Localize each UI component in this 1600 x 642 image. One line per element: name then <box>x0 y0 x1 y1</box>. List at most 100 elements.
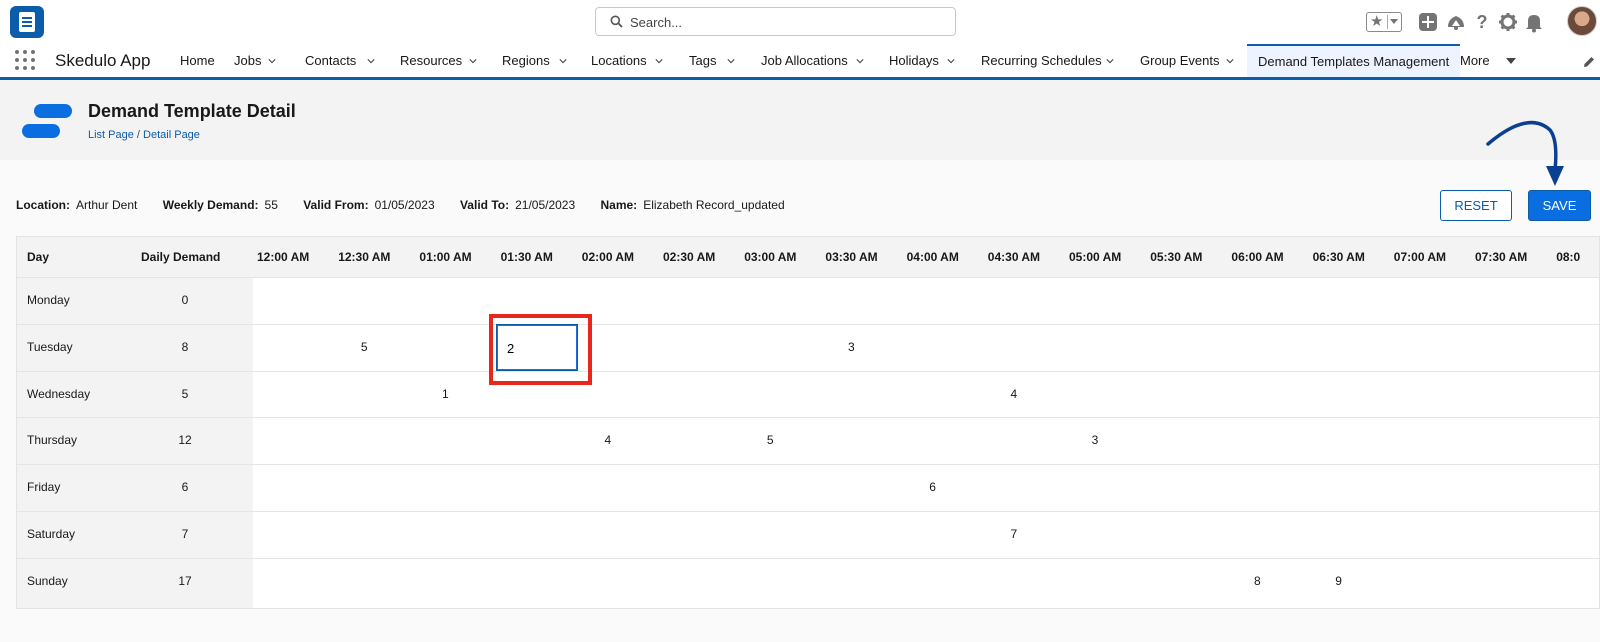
tab-label: Tags <box>689 53 717 68</box>
tab-contacts[interactable]: Contacts <box>305 44 375 77</box>
chevron-down-icon[interactable] <box>655 57 663 65</box>
tab-holidays[interactable]: Holidays <box>889 44 955 77</box>
time-slot-header: 04:00 AM <box>906 237 959 277</box>
day-label: Tuesday <box>27 339 73 354</box>
header-day: Day <box>27 237 50 277</box>
tab-resources[interactable]: Resources <box>400 44 477 77</box>
template-info: Location: Arthur Dent Weekly Demand: 55 Va… <box>16 198 807 212</box>
trailhead-icon[interactable] <box>1445 11 1467 33</box>
time-slot-header: 06:00 AM <box>1231 237 1284 277</box>
valid-to-value: 21/05/2023 <box>515 198 576 212</box>
day-label: Saturday <box>27 527 76 541</box>
chevron-down-icon[interactable] <box>947 57 955 65</box>
time-slot-header: 01:00 AM <box>419 237 472 277</box>
valid-to-label: Valid To: <box>459 198 510 212</box>
demand-cell[interactable]: 6 <box>913 479 953 495</box>
tab-label: Recurring Schedules <box>981 53 1102 68</box>
tab-job-allocations[interactable]: Job Allocations <box>761 44 864 77</box>
breadcrumb-list-page[interactable]: List Page <box>88 129 134 141</box>
avatar[interactable] <box>1567 6 1597 36</box>
row-divider <box>17 511 1599 512</box>
day-label: Sunday <box>27 573 68 588</box>
tab-label: Regions <box>502 53 550 68</box>
chevron-down-icon[interactable] <box>559 57 567 65</box>
name-label: Name: <box>600 198 638 212</box>
chevron-down-icon[interactable] <box>268 57 276 65</box>
tab-more[interactable]: More <box>1460 44 1516 77</box>
day-label: Wednesday <box>27 386 91 401</box>
demand-cell[interactable]: 3 <box>1075 432 1115 448</box>
favorites-button[interactable]: ★ <box>1366 12 1402 32</box>
time-slot-header: 01:30 AM <box>500 237 553 277</box>
time-slot-header: 12:00 AM <box>257 237 310 277</box>
demand-cell[interactable]: 8 <box>1237 573 1277 589</box>
day-label: Monday <box>27 293 70 307</box>
help-icon[interactable]: ? <box>1471 11 1493 33</box>
demand-cell[interactable]: 7 <box>994 526 1034 542</box>
demand-cell[interactable]: 9 <box>1319 573 1359 589</box>
global-search[interactable] <box>595 7 956 36</box>
daily-demand-value: 6 <box>181 480 189 495</box>
breadcrumb: List Page / Detail Page <box>88 128 200 142</box>
chevron-down-icon[interactable] <box>1506 58 1516 64</box>
bell-icon[interactable] <box>1523 11 1545 33</box>
navigation-bar: Skedulo App Home Jobs Contacts Resources… <box>0 44 1600 80</box>
demand-cell[interactable]: 4 <box>588 432 628 448</box>
page-title: Demand Template Detail <box>88 101 296 121</box>
demand-cell[interactable]: 1 <box>425 386 465 402</box>
time-slot-header: 02:00 AM <box>581 237 635 277</box>
location-value: Arthur Dent <box>76 198 138 212</box>
weekly-demand-label: Weekly Demand: <box>162 198 259 212</box>
chevron-down-icon[interactable] <box>727 57 735 65</box>
tab-group-events[interactable]: Group Events <box>1140 44 1234 77</box>
time-slot-header: 05:30 AM <box>1150 237 1203 277</box>
tab-recurring-schedules[interactable]: Recurring Schedules <box>981 44 1114 77</box>
app-logo-icon[interactable] <box>10 6 44 38</box>
chevron-down-icon[interactable] <box>1226 57 1234 65</box>
breadcrumb-separator: / <box>133 129 144 141</box>
search-input[interactable] <box>630 12 940 32</box>
tab-label: Locations <box>591 53 647 68</box>
app-launcher-icon[interactable] <box>15 50 37 72</box>
location-label: Location: <box>16 198 70 212</box>
row-divider <box>17 464 1599 466</box>
name-value: Elizabeth Record_updated <box>643 198 785 212</box>
svg-text:?: ? <box>1477 12 1488 32</box>
tab-tags[interactable]: Tags <box>689 44 735 77</box>
demand-cell[interactable]: 5 <box>344 339 384 355</box>
demand-cell[interactable]: 3 <box>831 339 871 355</box>
tab-home[interactable]: Home <box>180 44 215 77</box>
chevron-down-icon[interactable] <box>856 57 864 65</box>
chevron-down-icon[interactable] <box>1106 57 1114 65</box>
time-slot-header: 03:30 AM <box>825 237 878 277</box>
tab-label: Holidays <box>889 53 939 68</box>
tab-demand-templates-management[interactable]: Demand Templates Management <box>1247 44 1461 77</box>
add-icon[interactable] <box>1417 11 1439 33</box>
breadcrumb-detail-page[interactable]: Detail Page <box>143 129 200 141</box>
daily-demand-value: 17 <box>178 573 192 588</box>
day-label: Thursday <box>27 433 78 448</box>
demand-cell[interactable]: 5 <box>750 432 790 448</box>
time-slot-header: 08:0 <box>1556 237 1581 277</box>
daily-demand-value: 12 <box>178 433 192 448</box>
valid-from-label: Valid From: <box>303 198 369 212</box>
highlight-annotation <box>489 314 592 385</box>
tab-label: Job Allocations <box>761 53 848 68</box>
edit-nav-icon[interactable] <box>1582 55 1596 69</box>
row-divider <box>17 370 1599 372</box>
tab-label: Home <box>180 53 215 68</box>
app-name: Skedulo App <box>55 51 151 70</box>
chevron-down-icon[interactable] <box>367 57 375 65</box>
demand-template-icon <box>22 102 74 142</box>
day-label: Friday <box>27 480 61 495</box>
time-slot-header: 06:30 AM <box>1312 237 1365 277</box>
annotation-arrow-icon <box>1486 120 1564 186</box>
tab-locations[interactable]: Locations <box>591 44 663 77</box>
header-daily-demand: Daily Demand <box>141 237 221 277</box>
gear-icon[interactable] <box>1497 11 1519 33</box>
page-header: Demand Template Detail List Page / Detai… <box>0 80 1600 160</box>
tab-jobs[interactable]: Jobs <box>234 44 276 77</box>
tab-regions[interactable]: Regions <box>502 44 567 77</box>
demand-cell[interactable]: 4 <box>994 386 1034 402</box>
chevron-down-icon[interactable] <box>469 57 477 65</box>
